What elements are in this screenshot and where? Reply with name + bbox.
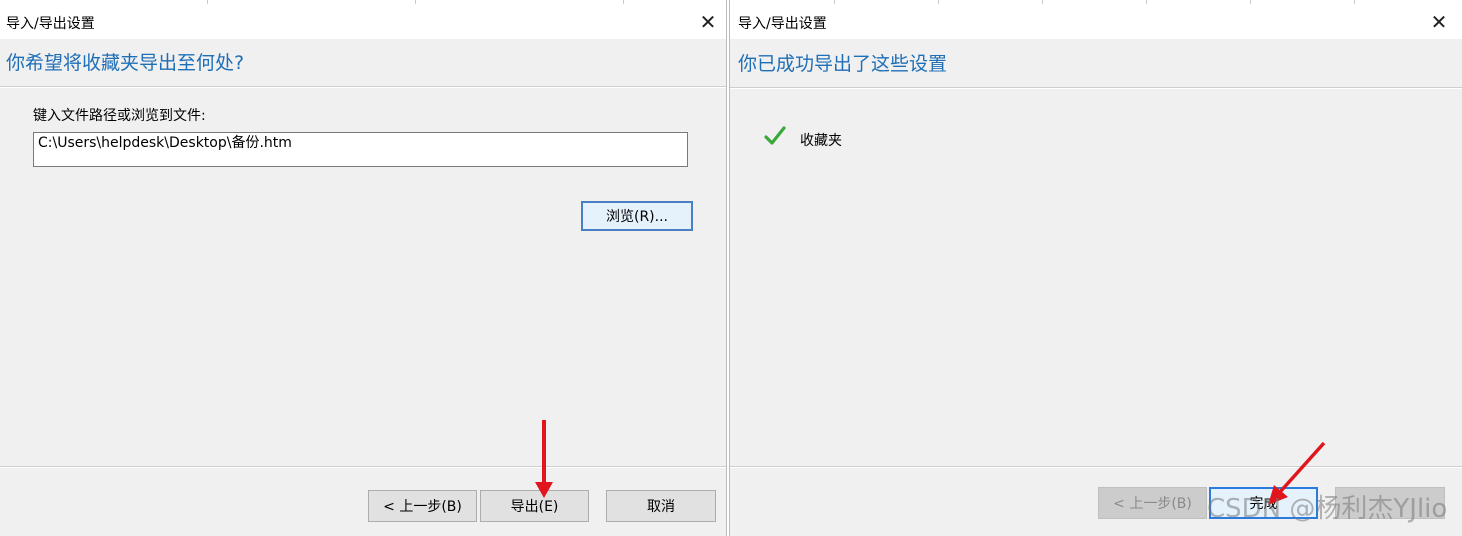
finish-button[interactable]: 完成 [1209,487,1318,519]
cancel-button-disabled[interactable] [1335,487,1445,519]
divider-highlight [0,87,726,88]
browse-button[interactable]: 浏览(R)... [581,201,693,231]
cancel-button[interactable]: 取消 [606,490,716,522]
page-heading: 你已成功导出了这些设置 [738,53,948,75]
export-button[interactable]: 导出(E) [480,490,589,522]
exported-item-label: 收藏夹 [800,133,842,149]
close-icon[interactable]: ✕ [696,10,720,34]
export-location-dialog: 导入/导出设置 ✕ 你希望将收藏夹导出至何处? 键入文件路径或浏览到文件: C:… [0,0,727,536]
divider-highlight [730,88,1462,89]
page-heading: 你希望将收藏夹导出至何处? [6,52,245,74]
window-title: 导入/导出设置 [738,16,827,32]
back-button[interactable]: < 上一步(B) [1098,487,1207,519]
footer-divider-highlight [730,467,1462,468]
path-label: 键入文件路径或浏览到文件: [33,108,206,124]
window-title: 导入/导出设置 [6,16,95,32]
checkmark-icon [764,126,786,145]
title-bar: 导入/导出设置 ✕ [0,4,726,39]
close-icon[interactable]: ✕ [1427,10,1451,34]
file-path-input[interactable]: C:\Users\helpdesk\Desktop\备份.htm [33,132,688,167]
export-complete-dialog: 导入/导出设置 ✕ 你已成功导出了这些设置 收藏夹 < 上一步(B) 完成 [729,0,1462,536]
title-bar: 导入/导出设置 ✕ [730,4,1462,39]
back-button[interactable]: < 上一步(B) [368,490,477,522]
footer-divider-highlight [0,467,726,468]
